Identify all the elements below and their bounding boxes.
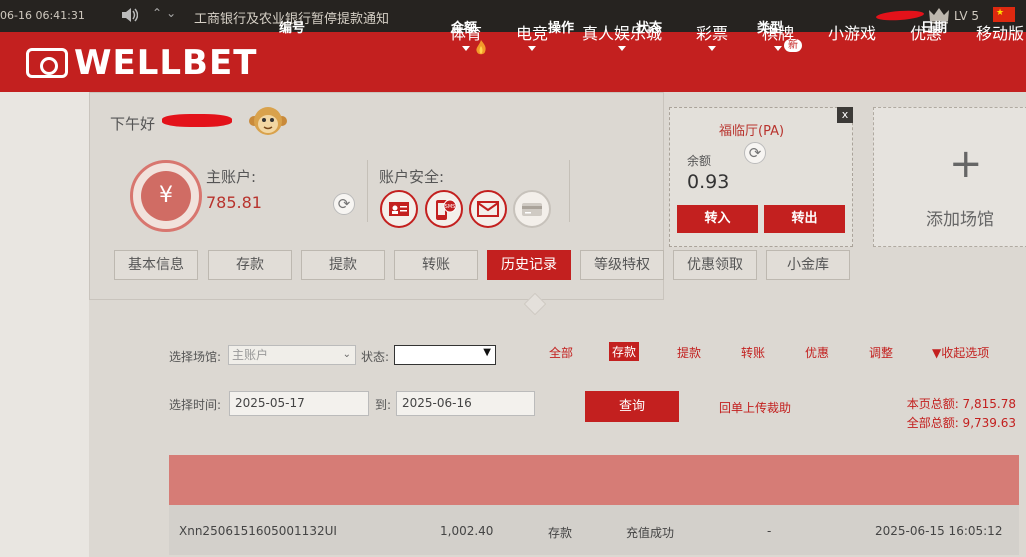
time-filter-label: 选择时间: (169, 398, 222, 412)
cell-status: 充值成功 (626, 526, 675, 540)
tab-claim-bonus[interactable]: 优惠领取 (673, 250, 757, 280)
monkey-avatar-icon[interactable] (248, 104, 288, 138)
greeting: 下午好 (110, 115, 156, 133)
receipt-upload-help-link[interactable]: 回单上传裁助 (719, 399, 791, 416)
tab-history[interactable]: 历史记录 (487, 250, 571, 280)
wellbet-logo[interactable]: WELLBET (26, 43, 258, 83)
nav-mini-games[interactable]: 小游戏 (828, 20, 876, 44)
divider (367, 160, 368, 222)
refresh-balance-icon[interactable]: ⟳ (333, 193, 355, 215)
logo-mark (26, 48, 68, 78)
nav-esports[interactable]: 电竞 (516, 20, 548, 51)
col-date: 日期 (921, 21, 948, 36)
transfer-out-button[interactable]: 转出 (764, 205, 845, 233)
venue-name: 福临厅(PA) (719, 124, 785, 139)
tab-vault[interactable]: 小金库 (766, 250, 850, 280)
divider (569, 160, 570, 222)
main-account-balance: 785.81 (206, 193, 262, 212)
tab-deposit[interactable]: 存款 (208, 250, 292, 280)
clock: 06-16 06:41:31 (0, 9, 85, 22)
cell-action: 存款 (548, 526, 573, 540)
logo-text: WELLBET (74, 43, 258, 83)
col-amount: 金额 (451, 21, 478, 36)
id-card-icon[interactable] (380, 190, 418, 228)
refresh-venue-icon[interactable]: ⟳ (744, 142, 766, 164)
plus-icon: + (949, 141, 983, 187)
table-header (169, 455, 1019, 505)
money-bag-icon: ¥ (130, 160, 202, 232)
bank-card-icon[interactable] (513, 190, 551, 228)
venue-select[interactable]: 主账户 ⌄ (228, 345, 356, 365)
cell-type: - (767, 524, 772, 538)
caret-down-icon (528, 46, 536, 51)
page-total: 本页总额: 7,815.78 (906, 397, 1016, 411)
cell-date: 2025-06-15 16:05:12 (875, 524, 1003, 538)
venue-balance: 0.93 (687, 171, 730, 193)
transfer-in-button[interactable]: 转入 (677, 205, 758, 233)
all-total: 全部总额: 9,739.63 (906, 416, 1016, 430)
chevron-up-icon[interactable]: ⌃ (152, 6, 166, 20)
sms-phone-icon[interactable]: SMS (425, 190, 463, 228)
chevron-down-icon[interactable]: ⌄ (166, 6, 180, 20)
cell-amount: 1,002.40 (440, 524, 494, 538)
tab-basic-info[interactable]: 基本信息 (114, 250, 198, 280)
chevron-down-icon: ▼ (483, 347, 491, 358)
caret-down-icon (774, 46, 782, 51)
caret-down-icon (618, 46, 626, 51)
caret-down-icon (462, 46, 470, 51)
cell-id: Xnn2506151605001132UI (179, 524, 337, 538)
col-id: 编号 (279, 21, 306, 36)
chevron-down-icon: ⌄ (342, 349, 351, 360)
status-select[interactable]: ▼ (394, 345, 496, 365)
col-status: 状态 (636, 21, 663, 36)
filter-withdraw[interactable]: 提款 (677, 344, 701, 361)
speaker-icon[interactable] (120, 7, 138, 23)
nav-mobile[interactable]: 移动版 (976, 20, 1024, 44)
caret-down-icon (708, 46, 716, 51)
tab-withdraw[interactable]: 提款 (301, 250, 385, 280)
add-venue-label: 添加场馆 (926, 210, 994, 230)
nav-lottery[interactable]: 彩票 (696, 20, 728, 51)
account-security-label: 账户安全: (379, 168, 445, 186)
status-filter-label: 状态: (361, 350, 390, 364)
venue-balance-label: 余额 (687, 154, 712, 168)
date-to-input[interactable]: 2025-06-16 (396, 391, 535, 416)
filter-all[interactable]: 全部 (549, 344, 573, 361)
left-margin (0, 92, 89, 557)
main-account-label: 主账户: (206, 168, 257, 186)
col-action: 操作 (548, 21, 575, 36)
filter-adjustment[interactable]: 调整 (869, 344, 893, 361)
redacted-name (162, 114, 232, 127)
tab-vip-privileges[interactable]: 等级特权 (580, 250, 664, 280)
col-type: 类型 (757, 21, 784, 36)
new-badge: 新 (784, 39, 802, 52)
date-from-input[interactable]: 2025-05-17 (229, 391, 369, 416)
close-icon[interactable]: x (837, 107, 853, 123)
venue-filter-label: 选择场馆: (169, 350, 222, 364)
email-icon[interactable] (469, 190, 507, 228)
query-button[interactable]: 查询 (585, 391, 679, 422)
tab-transfer[interactable]: 转账 (394, 250, 478, 280)
collapse-options[interactable]: ▼收起选项 (932, 344, 989, 361)
filter-deposit[interactable]: 存款 (609, 342, 640, 361)
filter-transfer[interactable]: 转账 (741, 344, 765, 361)
add-venue-card[interactable]: + 添加场馆 (873, 107, 1026, 247)
filter-promotion[interactable]: 优惠 (805, 344, 829, 361)
notice-nav-arrows[interactable]: ⌃⌄ (152, 6, 180, 20)
date-to-label: 到: (375, 398, 392, 412)
svg-text:SMS: SMS (445, 204, 456, 210)
